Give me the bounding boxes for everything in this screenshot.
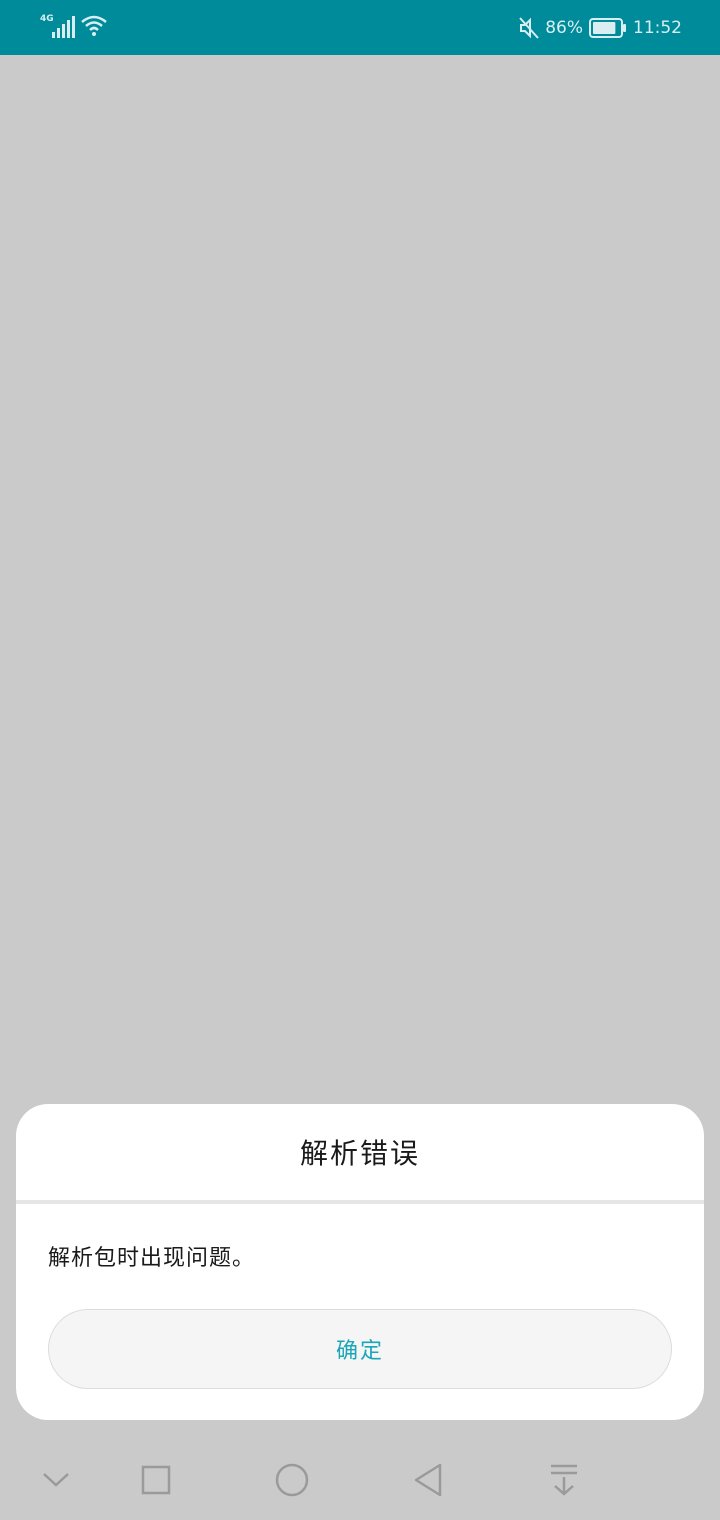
clock-time: 11:52 [633,18,682,38]
battery-icon [589,18,626,38]
status-right: 86% 11:52 [519,14,682,42]
recents-square-icon[interactable] [136,1460,176,1500]
back-triangle-icon[interactable] [408,1460,448,1500]
dialog-title: 解析错误 [299,1137,420,1170]
status-bar: 4G 86% 11:52 [0,0,720,55]
notification-pull-down-icon[interactable] [544,1460,584,1500]
navigation-bar [0,1440,720,1520]
battery-percent: 86% [545,18,583,38]
mute-icon [519,17,539,39]
wifi-icon [81,15,107,36]
home-circle-icon[interactable] [272,1460,312,1500]
confirm-button[interactable]: 确定 [48,1309,672,1389]
signal-bars-icon [52,16,75,38]
dialog-divider [16,1200,704,1204]
dialog-message: 解析包时出现问题。 [48,1246,256,1271]
chevron-down-icon[interactable] [36,1460,76,1500]
parse-error-dialog: 解析错误 解析包时出现问题。 确定 [16,1104,704,1420]
